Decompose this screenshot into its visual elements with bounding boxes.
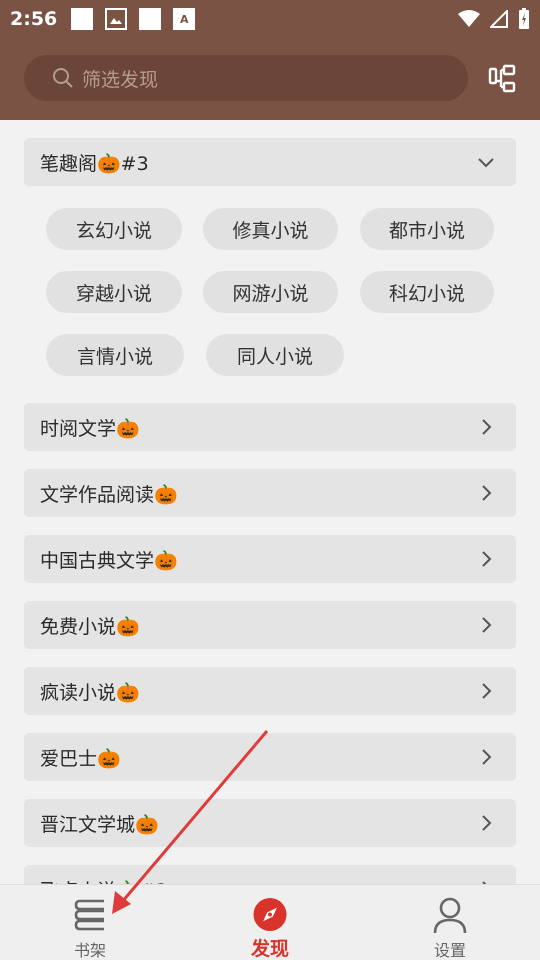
group-title: 飞卢小说🎃#2: [40, 876, 168, 885]
chevron-right-icon: [482, 551, 492, 567]
nav-label: 发现: [250, 938, 289, 960]
source-group[interactable]: 晋江文学城🎃: [24, 799, 516, 847]
notification-icon: [71, 8, 94, 30]
group-title: 时阅文学🎃: [40, 417, 140, 440]
group-title: 免费小说🎃: [40, 615, 140, 638]
rule-sort-icon[interactable]: [488, 63, 520, 95]
category-chip[interactable]: 修真小说: [203, 208, 338, 250]
wifi-icon: [458, 10, 480, 27]
group-title: 笔趣阁🎃#3: [40, 152, 149, 175]
chevron-right-icon: [482, 683, 492, 699]
nav-label: 设置: [433, 941, 466, 960]
category-chip[interactable]: 玄幻小说: [46, 208, 182, 250]
chevron-right-icon: [482, 617, 492, 633]
group-title: 疯读小说🎃: [40, 681, 140, 704]
source-group[interactable]: 文学作品阅读🎃: [24, 469, 516, 517]
notification-icon-2: [139, 8, 162, 30]
group-title: 文学作品阅读🎃: [40, 483, 178, 506]
source-group[interactable]: 疯读小说🎃: [24, 667, 516, 715]
chevron-right-icon: [482, 749, 492, 765]
chevron-right-icon: [482, 485, 492, 501]
search-placeholder: 筛选发现: [82, 68, 159, 91]
source-group[interactable]: 中国古典文学🎃: [24, 535, 516, 583]
nav-label: 书架: [73, 941, 106, 960]
nav-discover[interactable]: 发现: [220, 885, 320, 960]
category-chip[interactable]: 同人小说: [206, 334, 344, 376]
nav-settings[interactable]: 设置: [400, 885, 500, 960]
person-icon: [433, 897, 467, 934]
search-input[interactable]: 筛选发现: [24, 55, 468, 101]
chevron-right-icon: [482, 419, 492, 435]
source-group[interactable]: 飞卢小说🎃#2: [24, 865, 516, 884]
status-time: 2:56: [10, 8, 58, 30]
compass-icon: [253, 897, 287, 932]
source-group[interactable]: 爱巴士🎃: [24, 733, 516, 781]
category-chip[interactable]: 穿越小说: [46, 271, 182, 313]
source-group[interactable]: 时阅文学🎃: [24, 403, 516, 451]
category-chip[interactable]: 科幻小说: [360, 271, 494, 313]
bookshelf-icon: [74, 899, 104, 931]
bottom-navigation: 书架 发现 设置: [0, 884, 540, 960]
group-title: 中国古典文学🎃: [40, 549, 178, 572]
text-notification-icon: A: [173, 8, 196, 30]
signal-icon: [490, 10, 508, 28]
image-notification-icon: [105, 8, 128, 30]
app-header: 筛选发现: [0, 38, 540, 120]
search-icon: [53, 68, 73, 88]
category-chip[interactable]: 网游小说: [203, 271, 338, 313]
group-title: 爱巴士🎃: [40, 747, 121, 770]
group-title: 晋江文学城🎃: [40, 813, 159, 836]
category-chip[interactable]: 都市小说: [360, 208, 494, 250]
chevron-right-icon: [482, 815, 492, 831]
nav-bookshelf[interactable]: 书架: [40, 885, 140, 960]
discover-list: 笔趣阁🎃#3 玄幻小说 修真小说 都市小说 穿越小说 网游小说 科幻小说 言情小…: [0, 120, 540, 884]
source-group-expanded[interactable]: 笔趣阁🎃#3: [24, 138, 516, 186]
source-group[interactable]: 免费小说🎃: [24, 601, 516, 649]
battery-icon: [519, 8, 529, 29]
status-bar: 2:56 A: [0, 0, 540, 38]
chevron-down-icon: [478, 158, 494, 168]
category-chip[interactable]: 言情小说: [46, 334, 184, 376]
